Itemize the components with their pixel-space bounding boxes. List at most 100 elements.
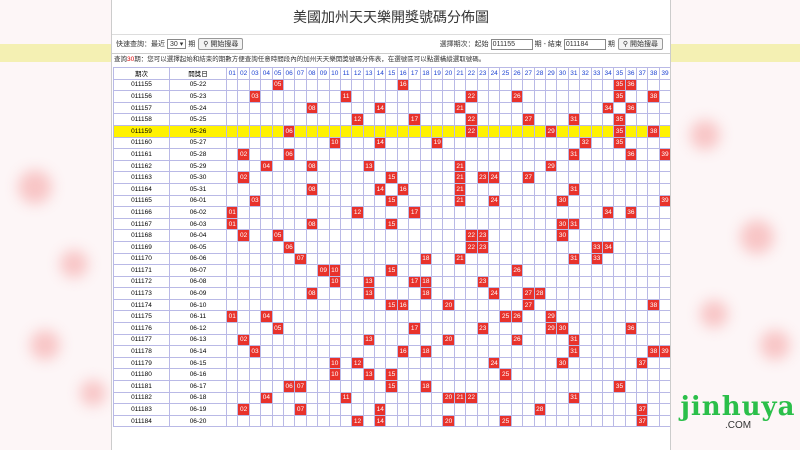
empty-number-cell[interactable] [248, 240, 262, 254]
empty-number-cell[interactable] [237, 368, 250, 382]
drawn-number-cell[interactable]: 07 [294, 380, 307, 393]
empty-number-cell[interactable] [510, 240, 524, 254]
number-column-header[interactable]: 37 [636, 67, 649, 80]
drawn-number-cell[interactable]: 22 [465, 113, 478, 126]
empty-number-cell[interactable] [442, 124, 455, 138]
empty-number-cell[interactable] [442, 159, 455, 173]
empty-number-cell[interactable] [385, 124, 398, 138]
empty-number-cell[interactable] [647, 240, 660, 254]
empty-number-cell[interactable] [522, 403, 535, 416]
empty-number-cell[interactable] [624, 136, 638, 150]
empty-number-cell[interactable] [294, 171, 307, 184]
empty-number-cell[interactable] [476, 78, 490, 92]
empty-number-cell[interactable] [567, 159, 581, 173]
number-column-header[interactable]: 31 [567, 67, 581, 80]
empty-number-cell[interactable] [453, 287, 467, 300]
empty-number-cell[interactable] [271, 217, 284, 231]
empty-number-cell[interactable] [294, 113, 307, 126]
drawn-number-cell[interactable]: 15 [385, 368, 398, 382]
empty-number-cell[interactable] [556, 78, 569, 92]
empty-number-cell[interactable] [260, 414, 273, 428]
empty-number-cell[interactable] [328, 90, 341, 103]
empty-number-cell[interactable] [282, 298, 296, 312]
empty-number-cell[interactable] [544, 380, 558, 393]
empty-number-cell[interactable] [237, 217, 250, 231]
empty-number-cell[interactable] [419, 414, 433, 428]
number-column-header[interactable]: 20 [442, 67, 455, 80]
empty-number-cell[interactable] [522, 252, 535, 266]
drawn-number-cell[interactable]: 34 [601, 101, 615, 115]
empty-number-cell[interactable] [351, 275, 364, 289]
drawn-number-cell[interactable]: 28 [533, 287, 546, 300]
empty-number-cell[interactable] [465, 403, 478, 416]
number-column-header[interactable]: 19 [431, 67, 444, 80]
empty-number-cell[interactable] [282, 252, 296, 266]
empty-number-cell[interactable] [419, 322, 433, 335]
drawn-number-cell[interactable]: 02 [237, 403, 250, 416]
drawn-number-cell[interactable]: 26 [510, 310, 524, 324]
empty-number-cell[interactable] [601, 171, 615, 184]
empty-number-cell[interactable] [431, 101, 444, 115]
empty-number-cell[interactable] [590, 229, 603, 242]
empty-number-cell[interactable] [567, 124, 581, 138]
empty-number-cell[interactable] [225, 264, 239, 277]
empty-number-cell[interactable] [510, 322, 524, 335]
empty-number-cell[interactable] [522, 240, 535, 254]
empty-number-cell[interactable] [579, 287, 592, 300]
empty-number-cell[interactable] [248, 206, 262, 219]
empty-number-cell[interactable] [465, 206, 478, 219]
empty-number-cell[interactable] [533, 298, 546, 312]
empty-number-cell[interactable] [225, 380, 239, 393]
drawn-number-cell[interactable]: 35 [613, 78, 626, 92]
empty-number-cell[interactable] [396, 159, 410, 173]
empty-number-cell[interactable] [305, 310, 319, 324]
drawn-number-cell[interactable]: 21 [453, 101, 467, 115]
empty-number-cell[interactable] [351, 229, 364, 242]
empty-number-cell[interactable] [431, 217, 444, 231]
drawn-number-cell[interactable]: 02 [237, 333, 250, 347]
empty-number-cell[interactable] [408, 148, 421, 161]
empty-number-cell[interactable] [351, 287, 364, 300]
empty-number-cell[interactable] [579, 275, 592, 289]
empty-number-cell[interactable] [374, 356, 387, 370]
drawn-number-cell[interactable]: 37 [636, 356, 649, 370]
empty-number-cell[interactable] [385, 229, 398, 242]
empty-number-cell[interactable] [476, 391, 490, 405]
empty-number-cell[interactable] [465, 345, 478, 358]
empty-number-cell[interactable] [567, 101, 581, 115]
empty-number-cell[interactable] [453, 264, 467, 277]
drawn-number-cell[interactable]: 14 [374, 414, 387, 428]
empty-number-cell[interactable] [328, 345, 341, 358]
empty-number-cell[interactable] [374, 194, 387, 208]
empty-number-cell[interactable] [453, 240, 467, 254]
empty-number-cell[interactable] [328, 148, 341, 161]
empty-number-cell[interactable] [636, 310, 649, 324]
empty-number-cell[interactable] [271, 148, 284, 161]
empty-number-cell[interactable] [271, 414, 284, 428]
empty-number-cell[interactable] [328, 322, 341, 335]
empty-number-cell[interactable] [385, 148, 398, 161]
empty-number-cell[interactable] [567, 90, 581, 103]
empty-number-cell[interactable] [442, 78, 455, 92]
empty-number-cell[interactable] [533, 90, 546, 103]
drawn-number-cell[interactable]: 27 [522, 171, 535, 184]
drawn-number-cell[interactable]: 10 [328, 264, 341, 277]
number-column-header[interactable]: 06 [282, 67, 296, 80]
empty-number-cell[interactable] [476, 113, 490, 126]
empty-number-cell[interactable] [647, 368, 660, 382]
empty-number-cell[interactable] [317, 206, 330, 219]
drawn-number-cell[interactable]: 24 [487, 287, 501, 300]
empty-number-cell[interactable] [590, 159, 603, 173]
empty-number-cell[interactable] [225, 113, 239, 126]
empty-number-cell[interactable] [567, 380, 581, 393]
empty-number-cell[interactable] [294, 368, 307, 382]
empty-number-cell[interactable] [328, 206, 341, 219]
drawn-number-cell[interactable]: 30 [556, 356, 569, 370]
empty-number-cell[interactable] [248, 148, 262, 161]
empty-number-cell[interactable] [499, 333, 512, 347]
empty-number-cell[interactable] [567, 403, 581, 416]
empty-number-cell[interactable] [499, 252, 512, 266]
empty-number-cell[interactable] [567, 298, 581, 312]
empty-number-cell[interactable] [567, 368, 581, 382]
empty-number-cell[interactable] [533, 78, 546, 92]
